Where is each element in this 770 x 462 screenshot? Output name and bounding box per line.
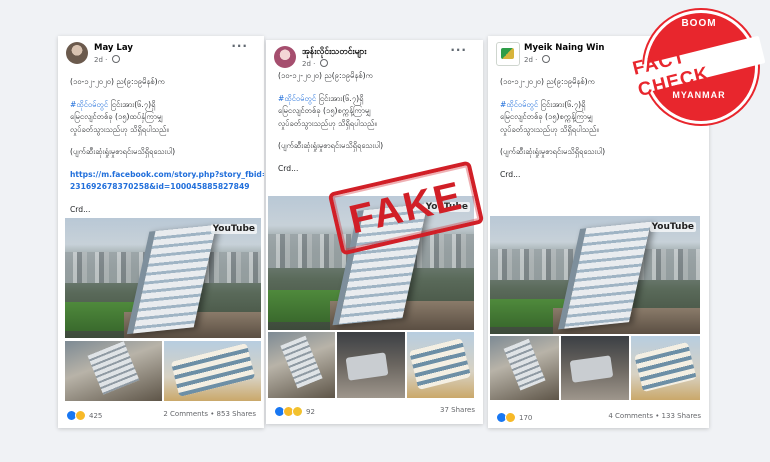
youtube-logo-icon: YouTube [651, 222, 694, 232]
globe-icon [319, 59, 328, 67]
hashtag-link[interactable]: #ထိုင်ဝမ်တွင် [278, 94, 316, 103]
post-footer: 92 37 Shares [274, 406, 475, 418]
hashtag-link[interactable]: #ထိုင်ဝမ်တွင် [500, 100, 538, 109]
youtube-watermark: YouTube [649, 222, 696, 232]
wow-icon [505, 412, 516, 423]
reactions[interactable]: 92 [274, 406, 315, 417]
reactions[interactable]: 170 [496, 412, 532, 423]
casualty-line: (ပျက်ဆီးဆုံးရှုံးမှုစာရင်းမသိရှိရသေးပါ) [500, 147, 606, 156]
date-line: (၁၀-၁၂-၂၀၂၀) ည(၉:၁၉မိနစ်)က [70, 77, 165, 86]
text-line: မြေငလျင်တစ်ခု (၁၅)စက္ကန့်ကြာမျှ [278, 106, 371, 115]
credit-line: Crd... [70, 204, 91, 214]
text-line: ငြင်းအား(၆.၇)ရှိ [108, 99, 156, 109]
post-time[interactable]: 2d · [302, 59, 328, 68]
fact-check-badge: BOOM FACT CHECK MYANMAR [631, 4, 766, 124]
text-line: မြေငလျင်တစ်ခု (၁၅)ထပ်နှံကြာမျှ [70, 112, 163, 121]
youtube-logo-icon: YouTube [212, 224, 255, 234]
shares-count[interactable]: 37 Shares [440, 406, 475, 414]
badge-country: MYANMAR [672, 90, 726, 100]
post-image-thumb[interactable] [337, 332, 405, 398]
wow-icon [75, 410, 86, 421]
casualty-line: (ပျက်ဆီးဆုံးရှုံးမှုစာရင်းမသိရှိရသေးပါ) [278, 141, 384, 150]
credit-line: Crd... [500, 169, 521, 179]
author-name[interactable]: အုန်းလိုင်းသတင်းများ [302, 47, 366, 59]
post-header: အုန်းလိုင်းသတင်းများ 2d · ··· [274, 43, 477, 72]
avatar[interactable] [66, 42, 88, 64]
post-time-label: 2d [524, 56, 533, 64]
text-line: ငြင်းအား(၆.၇)ရှိ [316, 93, 364, 103]
post-image-grid [65, 341, 261, 401]
reaction-count: 170 [519, 413, 533, 422]
text-line: ငြင်းအား(၆.၇)ရှိ [538, 99, 586, 109]
author-name[interactable]: May Lay [94, 43, 133, 53]
post-image-thumb[interactable] [164, 341, 261, 401]
post-main-image[interactable]: YouTube [490, 216, 700, 334]
reaction-count: 92 [306, 407, 315, 416]
post-image-thumb[interactable] [631, 336, 701, 400]
globe-icon [111, 55, 120, 63]
post-image-grid [268, 332, 474, 398]
comments-shares[interactable]: 4 Comments • 133 Shares [608, 412, 701, 420]
post-image-thumb[interactable] [268, 332, 336, 398]
post-image-grid [490, 336, 701, 400]
casualty-line: (ပျက်ဆီးဆုံးရှုံးမှုစာရင်းမသိရှိရသေးပါ) [70, 147, 176, 156]
reactions[interactable]: 425 [66, 410, 102, 421]
story-link[interactable]: https://m.facebook.com/story.php?story_f… [70, 169, 264, 182]
more-options-icon[interactable]: ··· [231, 39, 248, 53]
post-time[interactable]: 2d · [524, 55, 550, 64]
text-line: လှုပ်ခတ်သွားသည်ဟု သိရှိရပါသည်။ [70, 124, 169, 134]
globe-icon [541, 55, 550, 63]
post-text: (၁၀-၁၂-၂၀၂၀) ည(၉:၁၉မိနစ်)က #ထိုင်ဝမ်တွင်… [278, 70, 475, 175]
avatar[interactable] [496, 42, 520, 66]
avatar[interactable] [274, 46, 296, 68]
reaction-count: 425 [89, 411, 103, 420]
badge-brand: BOOM [681, 18, 717, 29]
youtube-watermark: YouTube [210, 224, 257, 234]
text-line: လှုပ်ခတ်သွားသည်ဟု သိရှိရပါသည်။ [278, 118, 377, 128]
post-image-thumb[interactable] [406, 332, 474, 398]
date-line: (၁၀-၁၂-၂၀၂၀) ည(၉:၁၉မိနစ်)က [278, 71, 373, 80]
post-text: (၁၀-၁၂-၂၀၂၀) ည(၉:၁၉မိနစ်)က #ထိုင်ဝမ်တွင်… [70, 76, 264, 216]
post-image-thumb[interactable] [560, 336, 630, 400]
post-footer: 170 4 Comments • 133 Shares [496, 412, 701, 424]
comments-shares[interactable]: 2 Comments • 853 Shares [163, 410, 256, 418]
post-main-image[interactable]: YouTube [65, 218, 261, 338]
hashtag-link[interactable]: #ထိုင်ဝမ်တွင် [70, 100, 108, 109]
post-time-label: 2d [94, 56, 103, 64]
sad-icon [292, 406, 303, 417]
post-footer: 425 2 Comments • 853 Shares [66, 410, 256, 422]
story-link-cont[interactable]: 231692678370258&id=100045885827849 [70, 181, 256, 194]
post-image-thumb[interactable] [65, 341, 162, 401]
post-image-thumb[interactable] [490, 336, 559, 400]
post-time-label: 2d [302, 60, 311, 68]
text-line: လှုပ်ခတ်သွားသည်ဟု သိရှိရပါသည်။ [500, 124, 599, 134]
post-time[interactable]: 2d · [94, 55, 120, 64]
facebook-post-may-lay: May Lay 2d · ··· (၁၀-၁၂-၂၀၂၀) ည(၉:၁၉မိနစ… [58, 36, 264, 428]
more-options-icon[interactable]: ··· [450, 43, 467, 57]
author-name[interactable]: Myeik Naing Win [524, 43, 605, 53]
post-header: May Lay 2d · ··· [66, 39, 258, 68]
